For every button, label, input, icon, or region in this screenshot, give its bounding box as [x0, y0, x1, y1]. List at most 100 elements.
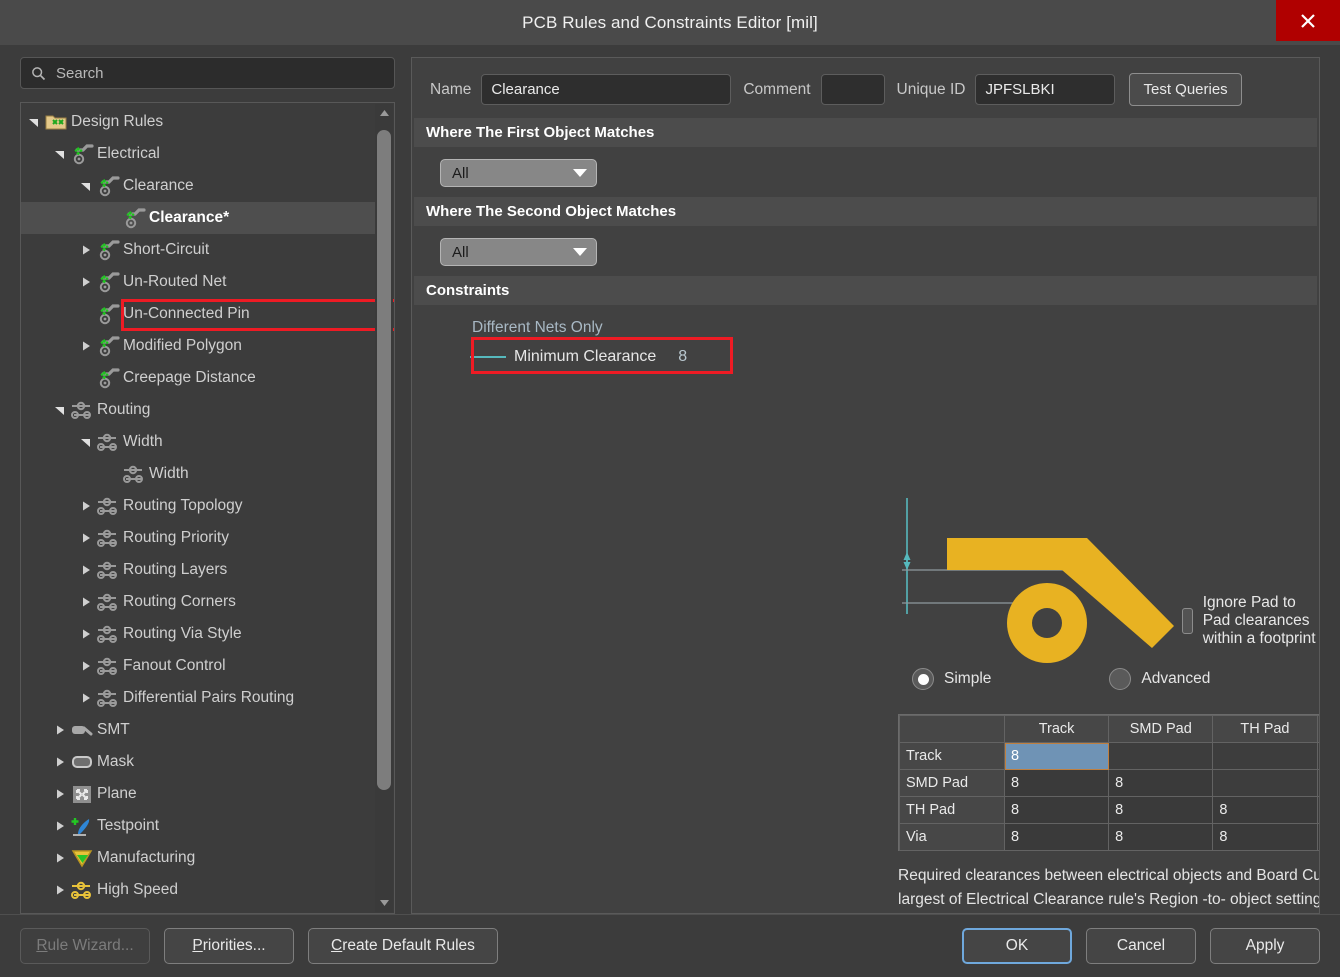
twisty-collapsed-icon[interactable] — [79, 691, 93, 705]
matrix-cell[interactable] — [1316, 769, 1319, 797]
twisty-expanded-icon[interactable] — [53, 147, 67, 161]
tree-scrollbar-track[interactable] — [375, 122, 393, 894]
tree-item-short-circuit[interactable]: Short-Circuit — [21, 234, 375, 266]
test-queries-button[interactable]: Test Queries — [1129, 73, 1242, 106]
create-default-rules-button[interactable]: Create Default Rules — [308, 928, 498, 964]
tree-item-creepage-distance[interactable]: Creepage Distance — [21, 362, 375, 394]
ignore-pad-to-pad-checkbox-row[interactable]: Ignore Pad to Pad clearances within a fo… — [1182, 594, 1319, 648]
tree-item-clearance[interactable]: Clearance — [21, 170, 375, 202]
twisty-collapsed-icon[interactable] — [53, 819, 67, 833]
twisty-collapsed-icon[interactable] — [79, 275, 93, 289]
tree-item-differential-pairs-routing[interactable]: Differential Pairs Routing — [21, 682, 375, 714]
tree-item-smt[interactable]: SMT — [21, 714, 375, 746]
twisty-expanded-icon[interactable] — [53, 403, 67, 417]
twisty-expanded-icon[interactable] — [27, 115, 41, 129]
matrix-cell[interactable]: 8 — [1212, 796, 1318, 824]
electrical-rule-icon — [70, 142, 94, 166]
tree-item-routing-priority[interactable]: Routing Priority — [21, 522, 375, 554]
matrix-cell[interactable]: 8 — [1003, 742, 1110, 770]
tree-item-testpoint[interactable]: Testpoint — [21, 810, 375, 842]
twisty-collapsed-icon[interactable] — [53, 723, 67, 737]
twisty-collapsed-icon[interactable] — [79, 659, 93, 673]
matrix-cell[interactable]: 8 — [1003, 796, 1110, 824]
twisty-collapsed-icon[interactable] — [53, 851, 67, 865]
tree-item-label: High Speed — [97, 881, 179, 898]
ignore-pad-to-pad-checkbox[interactable] — [1182, 608, 1193, 634]
tree-item-high-speed[interactable]: High Speed — [21, 874, 375, 906]
search-input[interactable]: Search — [20, 57, 395, 89]
twisty-collapsed-icon[interactable] — [53, 787, 67, 801]
plane-icon — [70, 782, 94, 806]
tree-item-un-connected-pin[interactable]: Un-Connected Pin — [21, 298, 375, 330]
matrix-cell[interactable] — [1316, 796, 1319, 824]
tree-item-width[interactable]: Width — [21, 458, 375, 490]
radio-advanced-indicator[interactable] — [1109, 668, 1132, 690]
clearance-matrix[interactable]: TrackSMD PadTH PadViaCopperText Track8SM… — [898, 714, 1319, 851]
tree-item-manufacturing[interactable]: Manufacturing — [21, 842, 375, 874]
tree-item-routing-topology[interactable]: Routing Topology — [21, 490, 375, 522]
matrix-cell[interactable]: 8 — [1003, 823, 1110, 851]
tree-item-electrical[interactable]: Electrical — [21, 138, 375, 170]
tree-item-routing-via-style[interactable]: Routing Via Style — [21, 618, 375, 650]
first-object-scope-select[interactable]: All — [440, 159, 597, 187]
matrix-cell[interactable]: 8 — [1108, 769, 1214, 797]
tree-item-mask[interactable]: Mask — [21, 746, 375, 778]
cancel-button[interactable]: Cancel — [1086, 928, 1196, 964]
minimum-clearance-value[interactable]: 8 — [678, 348, 687, 366]
matrix-cell[interactable]: 8 — [1212, 823, 1318, 851]
twisty-collapsed-icon[interactable] — [53, 883, 67, 897]
tree-item-width[interactable]: Width — [21, 426, 375, 458]
tree-item-fanout-control[interactable]: Fanout Control — [21, 650, 375, 682]
twisty-collapsed-icon[interactable] — [79, 595, 93, 609]
tree-item-routing-corners[interactable]: Routing Corners — [21, 586, 375, 618]
tree-item-design-rules[interactable]: Design Rules — [21, 106, 375, 138]
design-rules-tree[interactable]: Design Rules Electrical Clearance Clearance… — [20, 102, 395, 914]
scroll-down-arrow[interactable] — [375, 894, 393, 912]
radio-simple[interactable]: Simple — [912, 668, 991, 690]
twisty-collapsed-icon[interactable] — [79, 627, 93, 641]
twisty-collapsed-icon[interactable] — [79, 243, 93, 257]
apply-button[interactable]: Apply — [1210, 928, 1320, 964]
radio-simple-label: Simple — [944, 670, 992, 687]
twisty-collapsed-icon[interactable] — [79, 339, 93, 353]
tree-item-routing[interactable]: Routing — [21, 394, 375, 426]
tree-item-label: Un-Connected Pin — [123, 305, 250, 322]
name-field[interactable]: Clearance — [481, 74, 732, 105]
priorities-button[interactable]: Priorities... — [164, 928, 294, 964]
tree-item-routing-layers[interactable]: Routing Layers — [21, 554, 375, 586]
electrical-rule-icon — [96, 270, 120, 294]
twisty-expanded-icon[interactable] — [79, 179, 93, 193]
scroll-up-arrow[interactable] — [375, 104, 393, 122]
twisty-none — [79, 307, 93, 321]
matrix-cell[interactable] — [1108, 742, 1214, 770]
tree-scrollbar[interactable] — [375, 104, 393, 912]
second-object-scope-select[interactable]: All — [440, 238, 597, 266]
close-button[interactable] — [1276, 0, 1340, 41]
rule-wizard-button[interactable]: Rule Wizard... — [20, 928, 150, 964]
twisty-expanded-icon[interactable] — [79, 435, 93, 449]
unique-id-field[interactable]: JPFSLBKI — [975, 74, 1116, 105]
ok-button[interactable]: OK — [962, 928, 1072, 964]
matrix-cell[interactable] — [1316, 742, 1319, 770]
twisty-collapsed-icon[interactable] — [79, 499, 93, 513]
tree-item-clearance[interactable]: Clearance* — [21, 202, 375, 234]
tree-item-un-routed-net[interactable]: Un-Routed Net — [21, 266, 375, 298]
matrix-col-header: Track — [1003, 715, 1110, 743]
radio-simple-indicator[interactable] — [912, 668, 934, 690]
matrix-cell[interactable]: 8 — [1316, 823, 1319, 851]
comment-field[interactable] — [820, 74, 885, 105]
matrix-cell[interactable] — [1212, 769, 1318, 797]
tree-item-label: Routing Layers — [123, 561, 228, 578]
tree-item-modified-polygon[interactable]: Modified Polygon — [21, 330, 375, 362]
twisty-collapsed-icon[interactable] — [79, 563, 93, 577]
radio-advanced[interactable]: Advanced — [1109, 668, 1210, 690]
matrix-cell[interactable]: 8 — [1108, 796, 1214, 824]
twisty-collapsed-icon[interactable] — [53, 755, 67, 769]
matrix-cell[interactable] — [1212, 742, 1318, 770]
matrix-cell[interactable]: 8 — [1003, 769, 1110, 797]
minimum-clearance-row[interactable]: Minimum Clearance 8 — [470, 337, 733, 374]
twisty-collapsed-icon[interactable] — [79, 531, 93, 545]
matrix-cell[interactable]: 8 — [1108, 823, 1214, 851]
tree-scrollbar-thumb[interactable] — [377, 130, 391, 790]
tree-item-plane[interactable]: Plane — [21, 778, 375, 810]
